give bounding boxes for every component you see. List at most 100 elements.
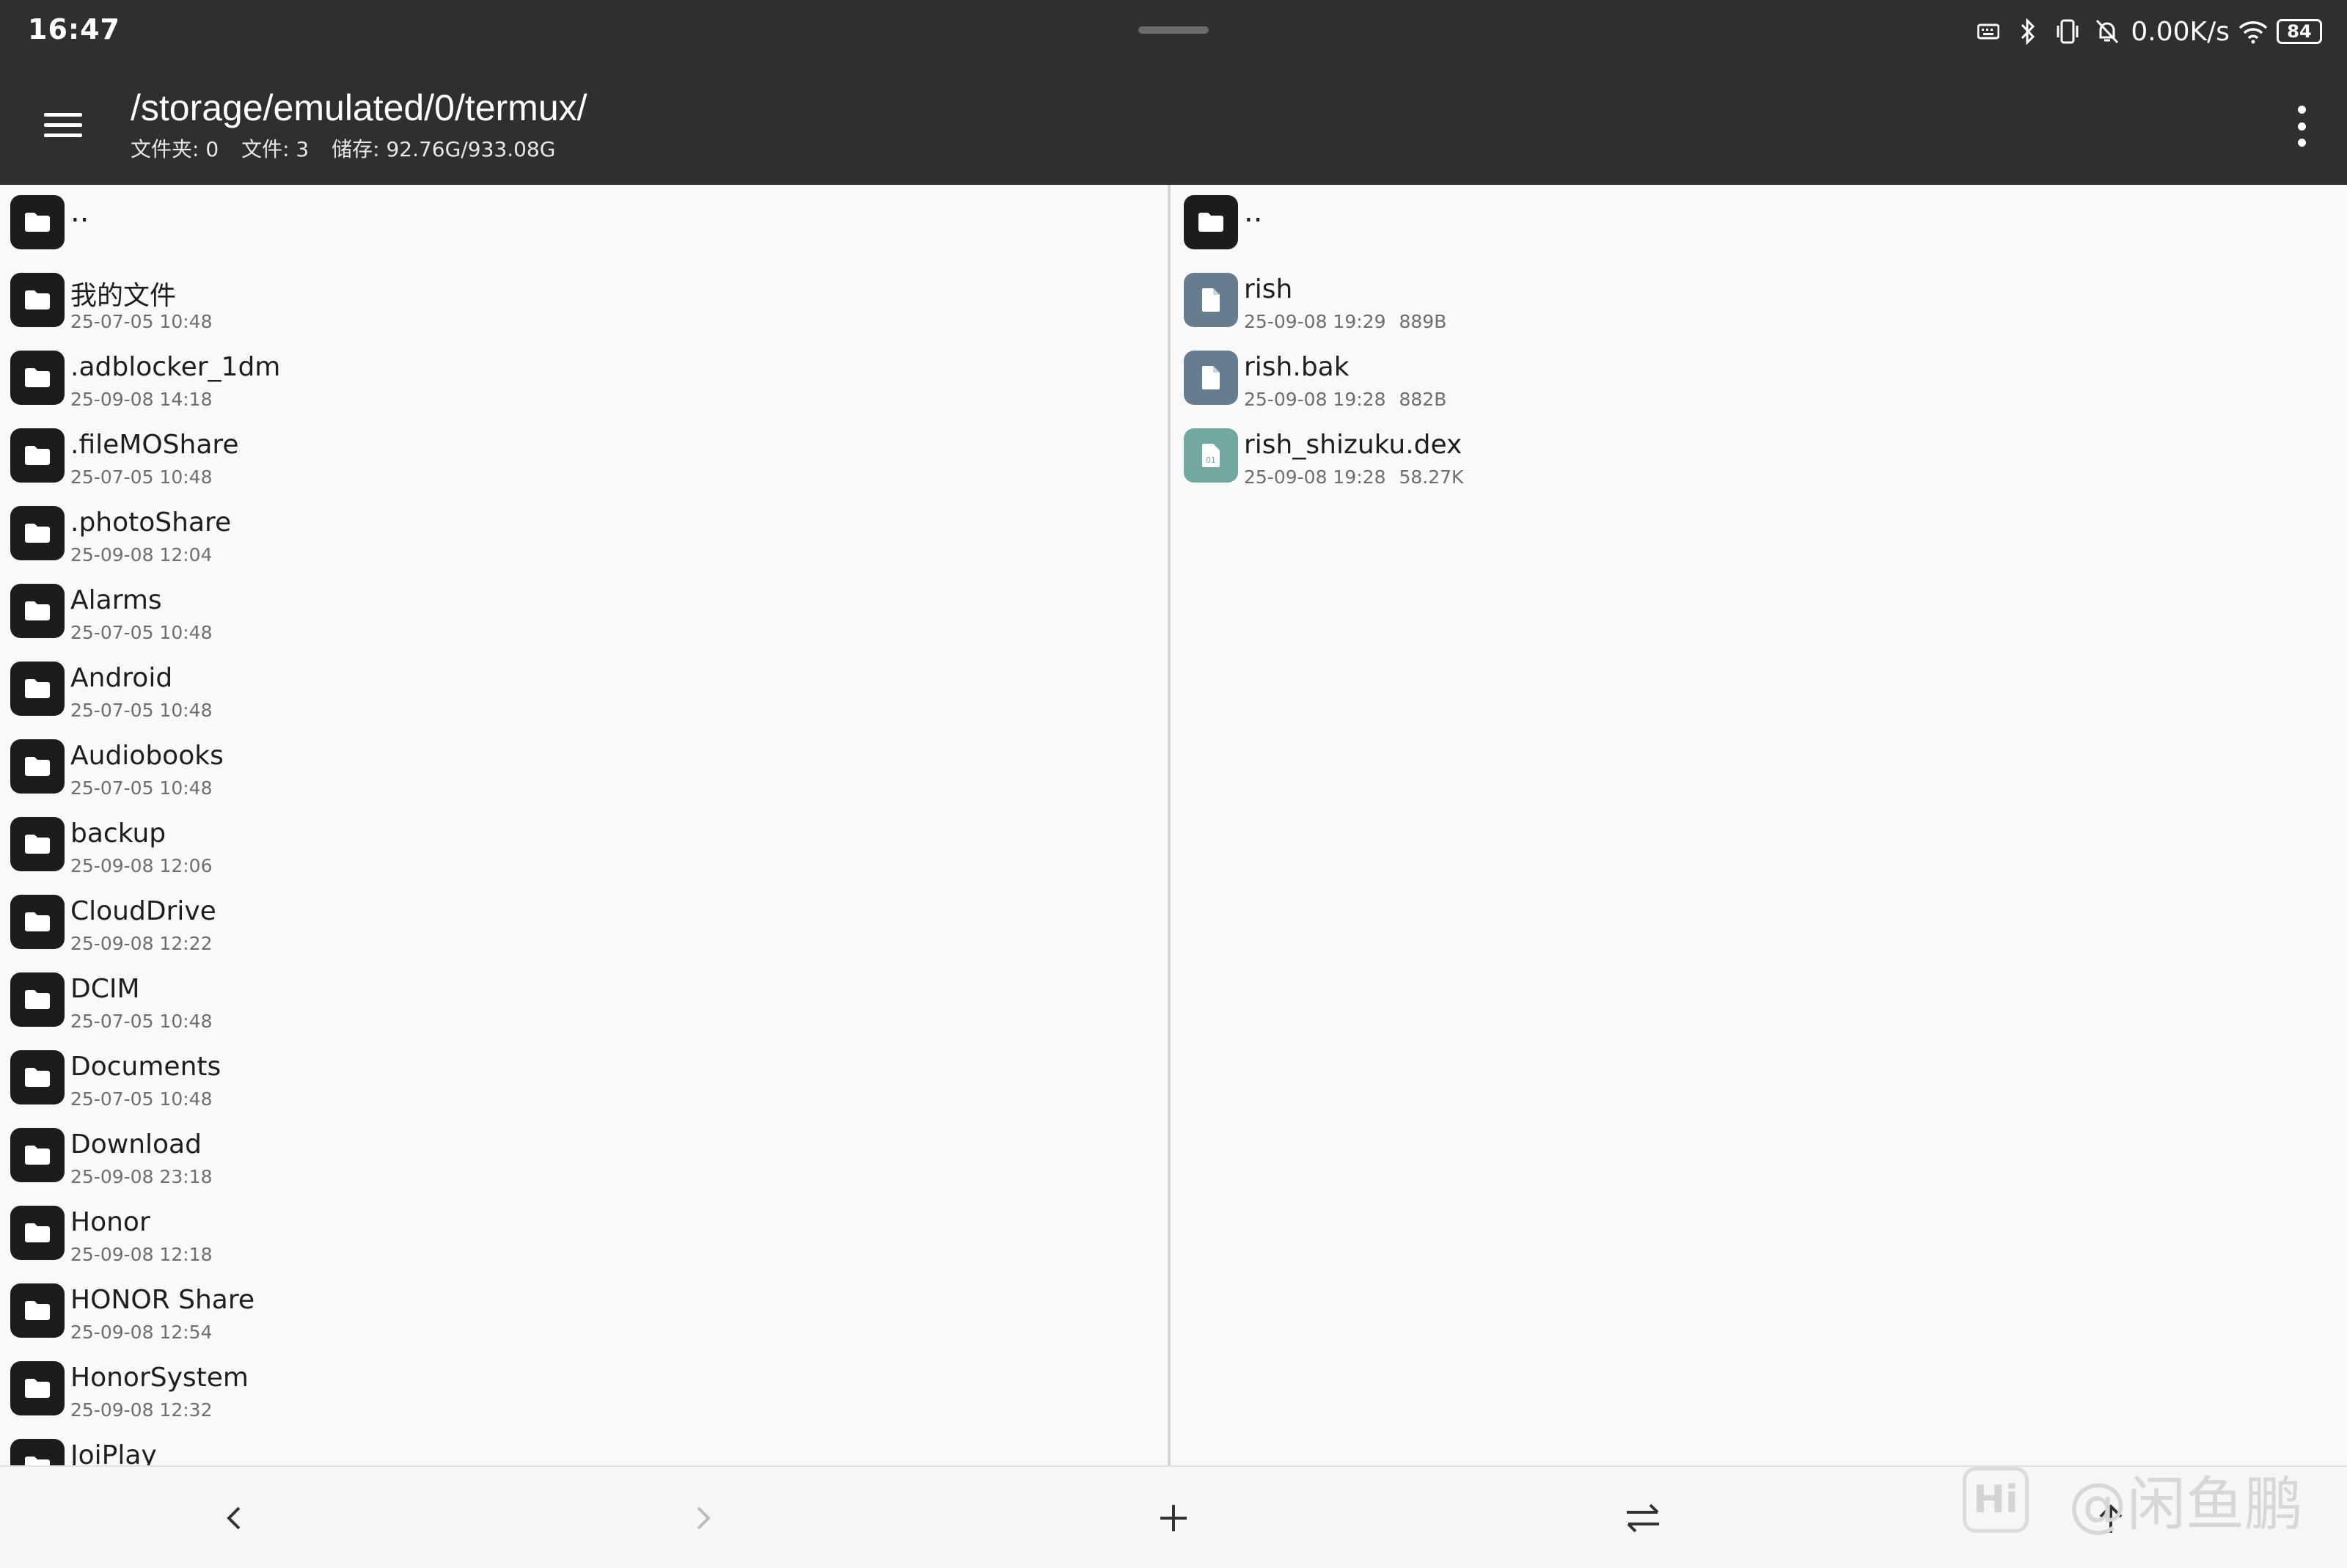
folder-icon	[10, 739, 65, 794]
item-size: 889B	[1399, 311, 1447, 332]
folder-icon	[10, 1361, 65, 1415]
file-row[interactable]: rish.bak 25-09-08 19:28 882B	[1174, 340, 2347, 418]
folder-row[interactable]: backup 25-09-08 12:06	[0, 807, 1168, 884]
folder-row[interactable]: CloudDrive 25-09-08 12:22	[0, 884, 1168, 962]
item-date: 25-07-05 10:48	[70, 466, 213, 488]
parent-directory-label: ..	[1244, 195, 1263, 229]
menu-icon[interactable]	[44, 103, 88, 147]
directory-summary: 文件夹: 0 文件: 3 储存: 92.76G/933.08G	[131, 133, 571, 163]
watermark-text: @闲鱼鹏	[2068, 1470, 2303, 1539]
folder-row[interactable]: Android 25-07-05 10:48	[0, 651, 1168, 729]
wifi-icon	[2237, 17, 2269, 46]
current-path: /storage/emulated/0/termux/	[131, 87, 587, 128]
item-meta: 25-09-08 12:04	[70, 544, 212, 565]
folder-row[interactable]: HONOR Share 25-09-08 12:54	[0, 1273, 1168, 1351]
folder-icon	[1184, 195, 1238, 249]
more-options-icon[interactable]	[2293, 106, 2310, 147]
item-name: 我的文件	[70, 281, 177, 311]
item-meta: 25-09-08 12:06	[70, 855, 212, 876]
svg-text:01: 01	[1206, 455, 1216, 465]
item-name: Android	[70, 663, 173, 693]
item-date: 25-09-08 12:06	[70, 855, 213, 876]
folder-row[interactable]: Documents 25-07-05 10:48	[0, 1040, 1168, 1118]
left-file-pane[interactable]: .. 我的文件 25-07-05 10:48 .adblocker_1dm 25-09…	[0, 185, 1171, 1465]
folder-row[interactable]: Alarms 25-07-05 10:48	[0, 574, 1168, 651]
right-file-list: rish 25-09-08 19:29 889B rish.bak 25-09-08 1…	[1174, 263, 2347, 496]
item-name: Alarms	[70, 585, 162, 615]
file-row[interactable]: 01 rish_shizuku.dex 25-09-08 19:28 58.27K	[1174, 418, 2347, 496]
folder-icon	[10, 1050, 65, 1104]
parent-directory-row[interactable]: ..	[0, 185, 1168, 263]
item-name: rish.bak	[1244, 352, 1350, 382]
folder-icon	[10, 195, 65, 249]
folder-row[interactable]: Audiobooks 25-07-05 10:48	[0, 729, 1168, 807]
item-name: Download	[70, 1129, 202, 1159]
folder-row[interactable]: .photoShare 25-09-08 12:04	[0, 496, 1168, 574]
item-name: HonorSystem	[70, 1363, 249, 1393]
item-name: .adblocker_1dm	[70, 352, 281, 382]
back-button[interactable]	[205, 1489, 264, 1547]
item-date: 25-09-08 12:32	[70, 1399, 213, 1421]
storage-usage: 储存: 92.76G/933.08G	[332, 137, 556, 161]
folder-icon	[10, 1128, 65, 1182]
parent-directory-row[interactable]: ..	[1174, 185, 2347, 263]
back-icon	[227, 1506, 241, 1530]
item-name: DCIM	[70, 974, 140, 1004]
item-meta: 25-07-05 10:48	[70, 466, 212, 488]
folder-icon	[10, 662, 65, 716]
right-file-pane[interactable]: .. rish 25-09-08 19:29 889B rish.bak 25-09-0…	[1174, 185, 2347, 1465]
item-date: 25-09-08 23:18	[70, 1166, 213, 1187]
file-row[interactable]: rish 25-09-08 19:29 889B	[1174, 263, 2347, 340]
item-date: 25-09-08 19:29	[1244, 311, 1386, 332]
folder-row[interactable]: .adblocker_1dm 25-09-08 14:18	[0, 340, 1168, 418]
forward-icon	[697, 1506, 711, 1530]
top-app-bar: 16:47 0.00K/s 84 /storage/emulated/0/ter…	[0, 0, 2347, 185]
keyboard-icon	[1972, 17, 2004, 46]
item-name: .photoShare	[70, 508, 232, 538]
drag-handle[interactable]	[1138, 26, 1209, 34]
item-date: 25-09-08 19:28	[1244, 389, 1386, 410]
folder-row[interactable]: JoiPlay	[0, 1429, 1168, 1465]
dex-file-icon: 01	[1184, 428, 1238, 483]
folder-row[interactable]: Download 25-09-08 23:18	[0, 1118, 1168, 1195]
folder-row[interactable]: .fileMOShare 25-07-05 10:48	[0, 418, 1168, 496]
item-meta: 25-09-08 19:28 882B	[1244, 389, 1446, 410]
item-date: 25-09-08 19:28	[1244, 466, 1386, 488]
forward-button[interactable]	[673, 1489, 732, 1547]
watermark: Hi @闲鱼鹏	[1963, 1467, 2303, 1539]
item-meta: 25-09-08 12:22	[70, 933, 212, 954]
left-file-list: 我的文件 25-07-05 10:48 .adblocker_1dm 25-09-08…	[0, 263, 1168, 1465]
status-icons: 0.00K/s 84	[1972, 13, 2322, 50]
file-count: 文件: 3	[241, 137, 310, 161]
item-meta: 25-09-08 12:54	[70, 1322, 212, 1343]
folder-row[interactable]: 我的文件 25-07-05 10:48	[0, 263, 1168, 340]
folder-row[interactable]: HonorSystem 25-09-08 12:32	[0, 1351, 1168, 1429]
folder-icon	[10, 1283, 65, 1338]
silent-icon	[2091, 17, 2123, 46]
item-name: Documents	[70, 1052, 221, 1082]
add-button[interactable]	[1144, 1489, 1203, 1547]
folder-icon	[10, 972, 65, 1027]
item-meta: 25-09-08 14:18	[70, 389, 212, 410]
swap-icon	[1627, 1503, 1659, 1533]
folder-icon	[10, 895, 65, 949]
item-meta: 25-07-05 10:48	[70, 1011, 212, 1032]
folder-row[interactable]: Honor 25-09-08 12:18	[0, 1195, 1168, 1273]
folder-icon	[10, 1439, 65, 1465]
item-date: 25-07-05 10:48	[70, 311, 213, 332]
item-name: .fileMOShare	[70, 430, 239, 460]
add-icon	[1160, 1505, 1187, 1531]
file-icon	[1184, 351, 1238, 405]
item-date: 25-09-08 14:18	[70, 389, 213, 410]
item-size: 882B	[1399, 389, 1447, 410]
swap-panes-button[interactable]	[1614, 1489, 1672, 1547]
folder-icon	[10, 273, 65, 327]
folder-row[interactable]: DCIM 25-07-05 10:48	[0, 962, 1168, 1040]
item-date: 25-07-05 10:48	[70, 1011, 213, 1032]
item-name: rish_shizuku.dex	[1244, 430, 1462, 460]
status-time: 16:47	[28, 13, 120, 45]
file-icon	[1184, 273, 1238, 327]
item-name: Honor	[70, 1207, 150, 1237]
item-date: 25-09-08 12:18	[70, 1244, 213, 1265]
folder-icon	[10, 428, 65, 483]
